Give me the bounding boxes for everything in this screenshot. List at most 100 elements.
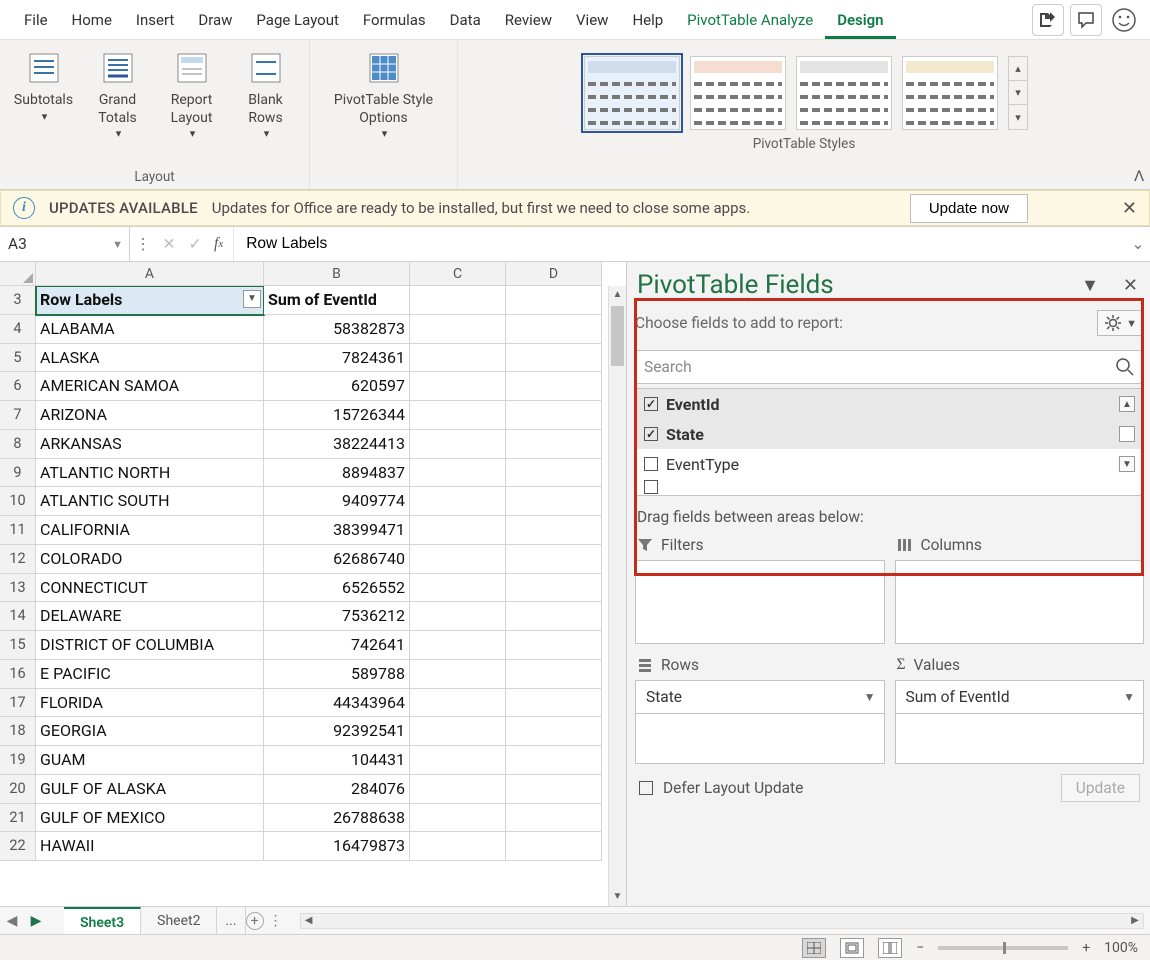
tab-formulas[interactable]: Formulas — [351, 1, 438, 39]
cell[interactable] — [410, 459, 506, 488]
values-area[interactable]: ΣValues Sum of EventId▼ — [895, 654, 1145, 764]
cell[interactable] — [506, 372, 602, 401]
row-header[interactable]: 19 — [0, 746, 36, 775]
sheet-tab-more[interactable]: ... — [217, 907, 245, 934]
cell[interactable]: 6526552 — [264, 574, 410, 603]
row-header[interactable]: 14 — [0, 602, 36, 631]
row-header[interactable]: 12 — [0, 545, 36, 574]
cell[interactable]: 9409774 — [264, 487, 410, 516]
cell[interactable] — [410, 717, 506, 746]
grand-totals-button[interactable]: Grand Totals▾ — [86, 46, 150, 163]
cell[interactable] — [410, 631, 506, 660]
cell[interactable] — [506, 574, 602, 603]
style-swatch-1[interactable] — [584, 56, 680, 130]
cell[interactable] — [410, 832, 506, 861]
cell[interactable] — [506, 545, 602, 574]
share-button[interactable] — [1032, 4, 1064, 36]
checkbox-unchecked-icon[interactable] — [644, 480, 658, 494]
comments-button[interactable] — [1070, 4, 1102, 36]
rows-item-state[interactable]: State▼ — [635, 680, 885, 714]
cell[interactable] — [410, 430, 506, 459]
filter-dropdown-icon[interactable]: ▼ — [243, 290, 261, 308]
column-header-c[interactable]: C — [410, 262, 506, 286]
checkbox-checked-icon[interactable]: ✓ — [644, 397, 658, 411]
scroll-down-icon[interactable]: ▼ — [609, 888, 626, 906]
cell[interactable]: DISTRICT OF COLUMBIA — [36, 631, 264, 660]
cell[interactable] — [506, 344, 602, 373]
subtotals-button[interactable]: Subtotals▾ — [12, 46, 76, 163]
cell-b3[interactable]: Sum of EventId — [264, 286, 410, 315]
cell[interactable]: HAWAII — [36, 832, 264, 861]
field-more[interactable] — [636, 479, 1143, 495]
cell[interactable]: ALABAMA — [36, 315, 264, 344]
cell[interactable]: 7536212 — [264, 602, 410, 631]
field-eventtype[interactable]: EventType ▼ — [636, 449, 1143, 479]
cell[interactable] — [506, 315, 602, 344]
sheet-tab-sheet3[interactable]: Sheet3 — [64, 907, 141, 934]
cell[interactable] — [410, 746, 506, 775]
style-swatch-2[interactable] — [690, 56, 786, 130]
cell[interactable] — [410, 516, 506, 545]
tab-insert[interactable]: Insert — [124, 1, 186, 39]
cell[interactable] — [506, 775, 602, 804]
accept-formula-button[interactable]: ✓ — [182, 235, 208, 253]
cell[interactable]: 26788638 — [264, 804, 410, 833]
collapse-ribbon-button[interactable]: ᐱ — [1134, 168, 1144, 185]
cell[interactable]: 16479873 — [264, 832, 410, 861]
cell[interactable] — [410, 689, 506, 718]
defer-checkbox[interactable] — [639, 781, 653, 795]
cell[interactable] — [506, 746, 602, 775]
cell[interactable]: 38224413 — [264, 430, 410, 459]
pivottable-style-options-button[interactable]: PivotTable Style Options▾ — [319, 46, 449, 163]
cell[interactable]: ALASKA — [36, 344, 264, 373]
cell[interactable]: 8894837 — [264, 459, 410, 488]
sheet-tab-sheet2[interactable]: Sheet2 — [141, 907, 217, 934]
page-layout-view-button[interactable] — [840, 938, 864, 958]
cell[interactable]: 742641 — [264, 631, 410, 660]
cell[interactable]: FLORIDA — [36, 689, 264, 718]
report-layout-button[interactable]: Report Layout▾ — [160, 46, 224, 163]
select-all-cell[interactable] — [0, 262, 36, 286]
field-move-up-icon[interactable]: ▲ — [1119, 396, 1135, 412]
cell[interactable]: GULF OF ALASKA — [36, 775, 264, 804]
page-break-view-button[interactable] — [878, 938, 902, 958]
cell[interactable] — [410, 574, 506, 603]
column-header-a[interactable]: A — [36, 262, 264, 286]
pivottable-styles-gallery[interactable]: ▴▾▾ — [572, 46, 1036, 130]
field-eventid[interactable]: ✓ EventId ▲ — [636, 389, 1143, 419]
row-header[interactable]: 8 — [0, 430, 36, 459]
row-header[interactable]: 15 — [0, 631, 36, 660]
cell[interactable]: 58382873 — [264, 315, 410, 344]
field-state[interactable]: ✓ State — [636, 419, 1143, 449]
tab-help[interactable]: Help — [620, 1, 675, 39]
tab-design[interactable]: Design — [825, 1, 895, 39]
cell[interactable]: ATLANTIC NORTH — [36, 459, 264, 488]
cell-a3[interactable]: Row Labels▼ — [36, 286, 264, 315]
cell[interactable] — [410, 660, 506, 689]
horizontal-scrollbar[interactable]: ◀▶ — [300, 913, 1144, 929]
values-item-sum-eventid[interactable]: Sum of EventId▼ — [895, 680, 1145, 714]
feedback-button[interactable] — [1108, 4, 1140, 36]
gallery-scroll[interactable]: ▴▾▾ — [1008, 56, 1028, 130]
cell[interactable] — [506, 430, 602, 459]
row-header[interactable]: 9 — [0, 459, 36, 488]
columns-area[interactable]: Columns — [895, 534, 1145, 644]
checkbox-unchecked-icon[interactable] — [644, 457, 658, 471]
sheet-nav-next[interactable]: ▶ — [24, 913, 48, 929]
cell[interactable] — [410, 315, 506, 344]
cell[interactable]: ARIZONA — [36, 401, 264, 430]
cell[interactable]: 92392541 — [264, 717, 410, 746]
close-notification-button[interactable]: ✕ — [1122, 198, 1137, 219]
cell[interactable]: 38399471 — [264, 516, 410, 545]
tab-draw[interactable]: Draw — [186, 1, 244, 39]
spreadsheet-grid[interactable]: A B C D 3 Row Labels▼ Sum of EventId 4 A… — [0, 262, 626, 906]
cell[interactable] — [506, 717, 602, 746]
cell[interactable] — [506, 459, 602, 488]
style-swatch-3[interactable] — [796, 56, 892, 130]
cell[interactable] — [506, 286, 602, 315]
formula-input[interactable] — [234, 227, 1126, 261]
dropdown-icon[interactable]: ▼ — [864, 690, 876, 704]
cell[interactable]: 15726344 — [264, 401, 410, 430]
row-header[interactable]: 21 — [0, 804, 36, 833]
style-swatch-4[interactable] — [902, 56, 998, 130]
